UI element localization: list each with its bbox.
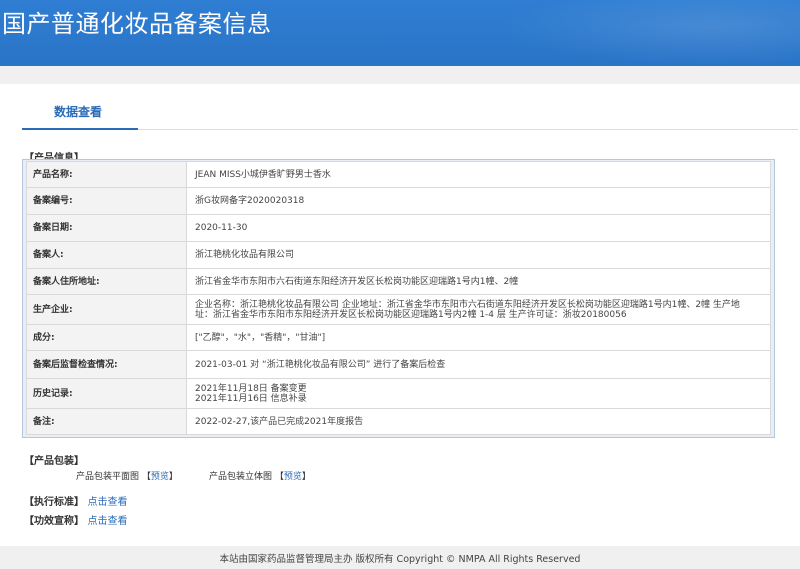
table-row: 产品名称: JEAN MISS小城伊香旷野男士香水 — [26, 161, 771, 188]
header-banner: 国产普通化妆品备案信息 — [0, 0, 800, 66]
row-key: 成分: — [26, 324, 187, 351]
row-value: 企业名称：浙江艳桃化妆品有限公司 企业地址：浙江省金华市东阳市六石街道东阳经济开… — [186, 294, 771, 325]
packaging-heading: 【产品包装】 — [24, 456, 84, 467]
bracket-close: 】 — [168, 472, 178, 482]
row-key: 备案编号: — [26, 187, 187, 215]
row-key: 生产企业: — [26, 294, 187, 325]
bracket-open: 【 — [141, 472, 151, 482]
row-value: 浙G妆网备字2020020318 — [186, 187, 771, 215]
standard-row: 【执行标准】 点击查看 — [24, 493, 127, 508]
row-value: 2021-03-01 对 “浙江艳桃化妆品有限公司” 进行了备案后检查 — [186, 350, 771, 379]
row-value: 2022-02-27,该产品已完成2021年度报告 — [186, 408, 771, 435]
bracket-open: 【 — [274, 472, 284, 482]
standard-heading: 【执行标准】 — [24, 497, 84, 508]
standard-view-link[interactable]: 点击查看 — [87, 497, 127, 508]
row-key: 备案后监督检查情况: — [26, 350, 187, 379]
history-line-2: 2021年11月16日 信息补录 — [195, 393, 307, 404]
efficacy-view-link[interactable]: 点击查看 — [87, 516, 127, 527]
row-key: 历史记录: — [26, 378, 187, 409]
history-line-1: 2021年11月18日 备案变更 — [195, 383, 307, 394]
tab-divider — [22, 129, 798, 130]
packaging-flat-label: 产品包装平面图 — [76, 472, 140, 482]
table-row: 备案日期: 2020-11-30 — [26, 214, 771, 242]
row-key: 备注: — [26, 408, 187, 435]
row-value: 浙江艳桃化妆品有限公司 — [186, 241, 771, 269]
tab-data-view[interactable]: 数据查看 — [54, 103, 102, 120]
table-row: 备案编号: 浙G妆网备字2020020318 — [26, 187, 771, 215]
manufacturer-line-1: 企业名称：浙江艳桃化妆品有限公司 企业地址：浙江省金华市东阳市六石街道东阳经济开… — [195, 299, 740, 310]
page-title: 国产普通化妆品备案信息 — [2, 10, 272, 38]
row-key: 产品名称: — [26, 161, 187, 188]
manufacturer-line-2: 址：浙江省金华市东阳市东阳经济开发区长松岗功能区迎瑞路1号内2幢 1-4 层 生… — [195, 309, 627, 320]
table-row: 备案后监督检查情况: 2021-03-01 对 “浙江艳桃化妆品有限公司” 进行… — [26, 350, 771, 379]
packaging-flat-preview-link[interactable]: 预览 — [151, 472, 169, 482]
packaging-solid-preview-link[interactable]: 预览 — [284, 472, 302, 482]
table-row: 成分: ["乙醇"，"水"，"香精"，"甘油"] — [26, 324, 771, 351]
row-value: 2020-11-30 — [186, 214, 771, 242]
banner-decoration — [500, 0, 800, 66]
row-value: 浙江省金华市东阳市六石街道东阳经济开发区长松岗功能区迎瑞路1号内1幢、2幢 — [186, 268, 771, 295]
tab-active-indicator — [22, 128, 138, 130]
product-info-table: 产品名称: JEAN MISS小城伊香旷野男士香水 备案编号: 浙G妆网备字20… — [26, 161, 771, 435]
table-row: 生产企业: 企业名称：浙江艳桃化妆品有限公司 企业地址：浙江省金华市东阳市六石街… — [26, 294, 771, 325]
row-key: 备案日期: — [26, 214, 187, 242]
row-key: 备案人住所地址: — [26, 268, 187, 295]
table-row: 备案人: 浙江艳桃化妆品有限公司 — [26, 241, 771, 269]
efficacy-row: 【功效宣称】 点击查看 — [24, 512, 127, 527]
footer-copyright: 本站由国家药品监督管理局主办 版权所有 Copyright © NMPA All… — [219, 554, 581, 565]
packaging-solid-label: 产品包装立体图 — [209, 472, 273, 482]
table-row: 历史记录: 2021年11月18日 备案变更 2021年11月16日 信息补录 — [26, 378, 771, 409]
efficacy-heading: 【功效宣称】 — [24, 516, 84, 527]
row-value: ["乙醇"，"水"，"香精"，"甘油"] — [186, 324, 771, 351]
row-value: JEAN MISS小城伊香旷野男士香水 — [186, 161, 771, 188]
packaging-solid-row: 产品包装立体图 【预览】 — [209, 469, 311, 482]
packaging-flat-row: 产品包装平面图 【预览】 — [76, 469, 178, 482]
table-row: 备案人住所地址: 浙江省金华市东阳市六石街道东阳经济开发区长松岗功能区迎瑞路1号… — [26, 268, 771, 295]
bracket-close: 】 — [301, 472, 311, 482]
table-row: 备注: 2022-02-27,该产品已完成2021年度报告 — [26, 408, 771, 435]
row-key: 备案人: — [26, 241, 187, 269]
row-value: 2021年11月18日 备案变更 2021年11月16日 信息补录 — [186, 378, 771, 409]
